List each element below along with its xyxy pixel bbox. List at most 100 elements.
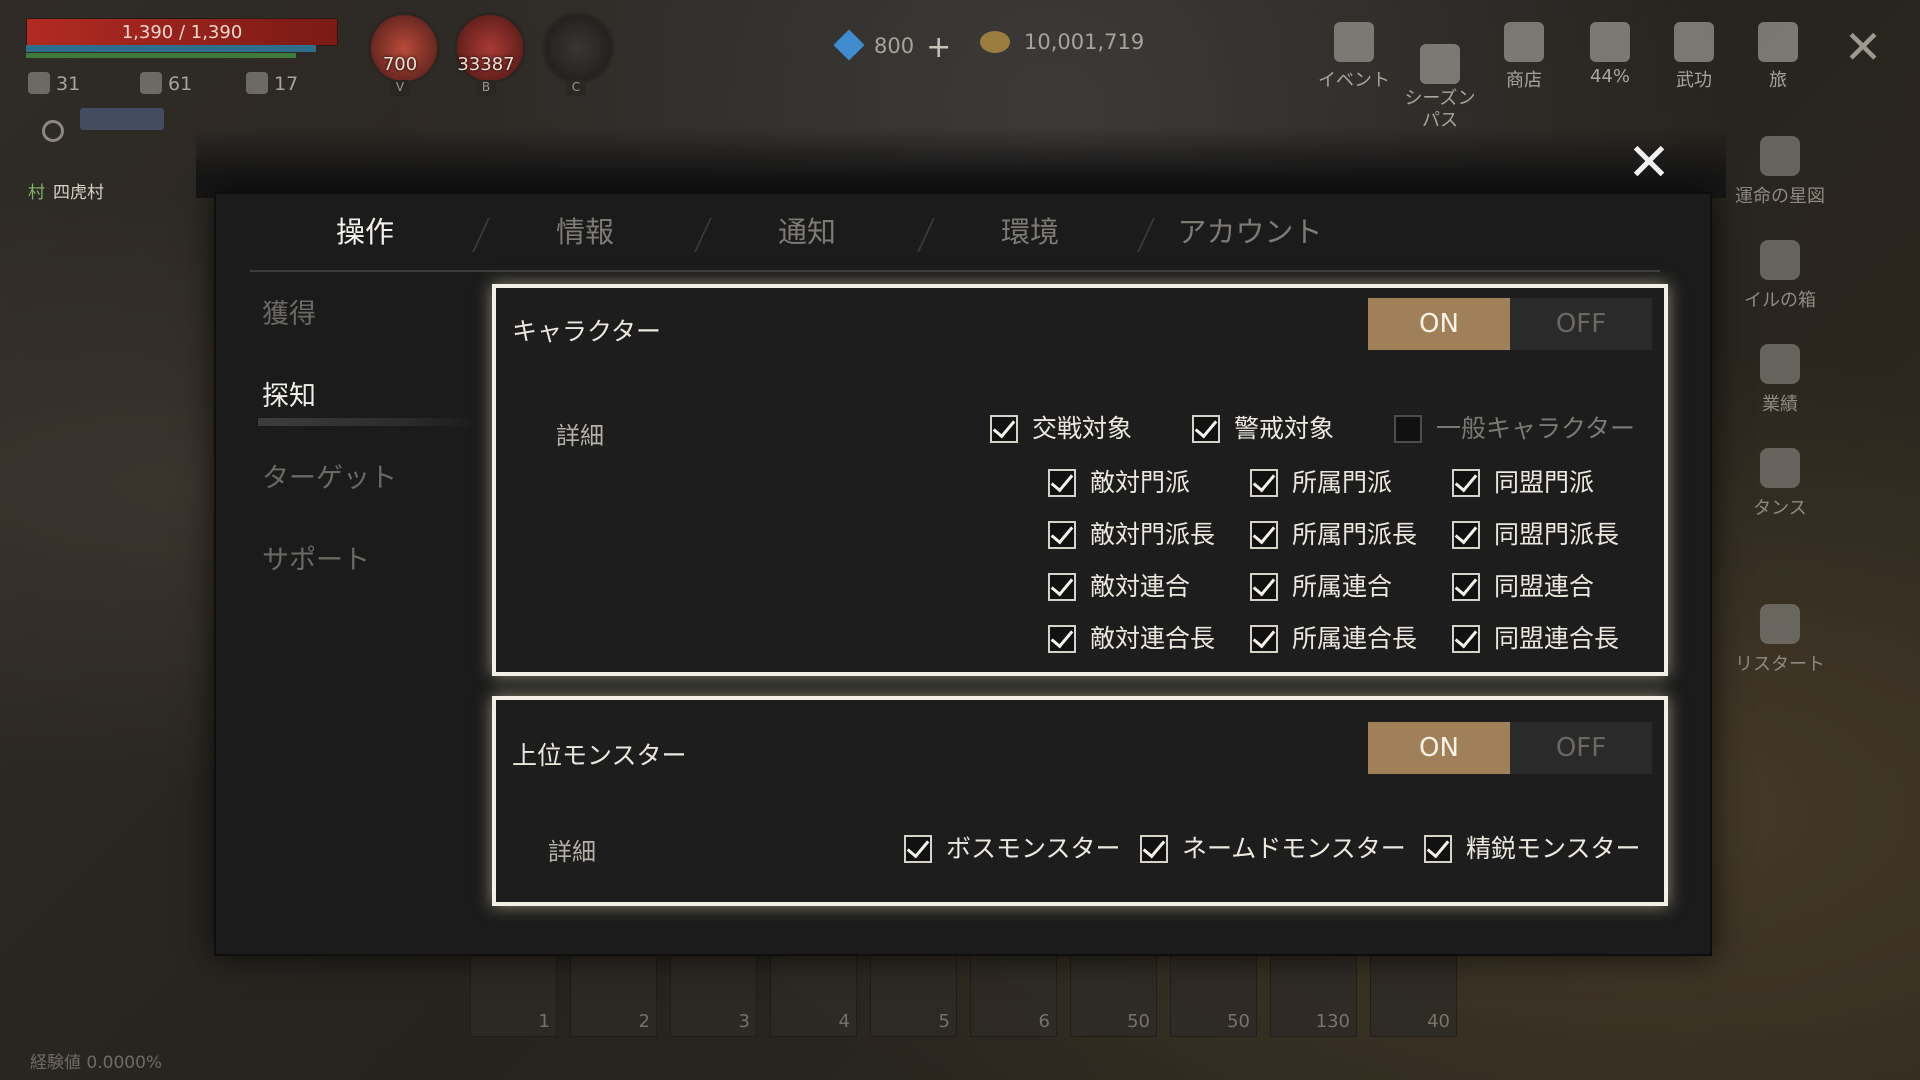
hotbar-slot[interactable]: 50 bbox=[1170, 955, 1257, 1037]
rose-item-key: B bbox=[476, 80, 496, 96]
checkbox-checked-icon bbox=[1452, 573, 1480, 601]
coin-icon bbox=[980, 31, 1010, 53]
wardrobe-icon bbox=[1760, 448, 1800, 488]
hotbar-slot[interactable]: 40 bbox=[1370, 955, 1457, 1037]
tab-account[interactable]: アカウント bbox=[1150, 210, 1350, 260]
allied-alliance-leader-checkbox[interactable]: 同盟連合長 bbox=[1452, 622, 1619, 656]
tab-separator bbox=[472, 218, 490, 252]
caution-target-checkbox[interactable]: 警戒対象 bbox=[1192, 412, 1334, 446]
add-gem-icon[interactable]: + bbox=[926, 30, 951, 65]
character-detail-label: 詳細 bbox=[556, 422, 604, 450]
character-detect-panel: キャラクター ON OFF 詳細 交戦対象 警戒対象 一般キャラクター 敵対門派… bbox=[492, 284, 1668, 676]
hp-bar: 1,390 / 1,390 bbox=[26, 18, 338, 46]
hostile-alliance-leader-checkbox[interactable]: 敵対連合長 bbox=[1048, 622, 1215, 656]
hostile-clan-leader-checkbox[interactable]: 敵対門派長 bbox=[1048, 518, 1215, 552]
hotbar-slot[interactable]: 3 bbox=[670, 955, 757, 1037]
checkbox-checked-icon bbox=[1452, 521, 1480, 549]
search-icon[interactable] bbox=[42, 120, 64, 142]
shield-icon bbox=[140, 72, 162, 94]
gift-icon bbox=[1334, 22, 1374, 62]
hotbar-slot[interactable]: 4 bbox=[770, 955, 857, 1037]
shop-button[interactable]: 商店 bbox=[1484, 22, 1564, 92]
general-character-checkbox[interactable]: 一般キャラクター bbox=[1394, 412, 1635, 446]
allied-clan-checkbox[interactable]: 同盟門派 bbox=[1452, 466, 1594, 500]
monster-title: 上位モンスター bbox=[512, 741, 687, 770]
tab-info[interactable]: 情報 bbox=[495, 210, 675, 260]
restart-button[interactable]: リスタート bbox=[1720, 604, 1840, 676]
checkbox-checked-icon bbox=[1250, 469, 1278, 497]
sword-icon bbox=[28, 72, 50, 94]
star-icon bbox=[246, 72, 268, 94]
character-toggle[interactable]: ON OFF bbox=[1368, 298, 1652, 350]
sub-tab-support[interactable]: サポート bbox=[262, 536, 482, 586]
allied-clan-leader-checkbox[interactable]: 同盟門派長 bbox=[1452, 518, 1619, 552]
checkbox-checked-icon bbox=[990, 415, 1018, 443]
hotbar-slot[interactable]: 50 bbox=[1070, 955, 1157, 1037]
destiny-star-chart-button[interactable]: 運命の星図 bbox=[1720, 136, 1840, 208]
sub-tab-acquire[interactable]: 獲得 bbox=[262, 290, 482, 340]
modal-ink-header bbox=[196, 128, 1726, 198]
tabs-divider bbox=[250, 270, 1660, 272]
engaged-target-checkbox[interactable]: 交戦対象 bbox=[990, 412, 1132, 446]
checkbox-checked-icon bbox=[1048, 573, 1076, 601]
elite-monster-checkbox[interactable]: 精鋭モンスター bbox=[1424, 832, 1641, 866]
stamina-bar bbox=[26, 53, 296, 58]
own-clan-checkbox[interactable]: 所属門派 bbox=[1250, 466, 1392, 500]
monster-off-button[interactable]: OFF bbox=[1510, 722, 1652, 774]
sub-tab-detect[interactable]: 探知 bbox=[258, 372, 482, 426]
character-off-button[interactable]: OFF bbox=[1510, 298, 1652, 350]
character-on-button[interactable]: ON bbox=[1368, 298, 1510, 350]
boss-monster-checkbox[interactable]: ボスモンスター bbox=[904, 832, 1121, 866]
attack-stat: 31 bbox=[28, 72, 80, 95]
village-tag: 村 bbox=[28, 183, 45, 203]
hotbar-slot[interactable]: 6 bbox=[970, 955, 1057, 1037]
event-button[interactable]: イベント bbox=[1314, 22, 1394, 92]
martial-arts-button[interactable]: 武功 bbox=[1654, 22, 1734, 92]
own-alliance-checkbox[interactable]: 所属連合 bbox=[1250, 570, 1392, 604]
hotbar-slot[interactable]: 130 bbox=[1270, 955, 1357, 1037]
hotbar-slot[interactable]: 1 bbox=[470, 955, 557, 1037]
experience-label: 経験値 0.0000% bbox=[30, 1053, 163, 1073]
checklist-icon bbox=[1420, 44, 1460, 84]
hp-potion-key: V bbox=[390, 80, 410, 96]
tab-environment[interactable]: 環境 bbox=[940, 210, 1120, 260]
checkbox-checked-icon bbox=[1192, 415, 1220, 443]
sub-tab-target[interactable]: ターゲット bbox=[262, 454, 482, 504]
journey-button[interactable]: 旅 bbox=[1738, 22, 1818, 92]
close-menu-icon[interactable]: ✕ bbox=[1838, 22, 1888, 72]
checkbox-checked-icon bbox=[1048, 521, 1076, 549]
checkbox-checked-icon bbox=[1048, 469, 1076, 497]
tab-operation[interactable]: 操作 bbox=[275, 210, 455, 260]
hp-text: 1,390 / 1,390 bbox=[121, 22, 243, 43]
shop-icon bbox=[1504, 22, 1544, 62]
own-alliance-leader-checkbox[interactable]: 所属連合長 bbox=[1250, 622, 1417, 656]
hostile-clan-checkbox[interactable]: 敵対門派 bbox=[1048, 466, 1190, 500]
settings-tabs: 操作 情報 通知 環境 アカウント bbox=[250, 210, 1660, 270]
il-box-button[interactable]: イルの箱 bbox=[1720, 240, 1840, 312]
yin-yang-icon bbox=[1674, 22, 1714, 62]
character-title: キャラクター bbox=[512, 317, 662, 346]
gem-icon bbox=[833, 29, 865, 61]
lotus-progress-button[interactable]: 44% bbox=[1570, 22, 1650, 87]
tab-separator bbox=[694, 218, 712, 252]
checkbox-checked-icon bbox=[1048, 625, 1076, 653]
monster-toggle[interactable]: ON OFF bbox=[1368, 722, 1652, 774]
checkbox-checked-icon bbox=[904, 835, 932, 863]
monster-on-button[interactable]: ON bbox=[1368, 722, 1510, 774]
wardrobe-button[interactable]: タンス bbox=[1720, 448, 1840, 520]
checkbox-checked-icon bbox=[1140, 835, 1168, 863]
achievement-icon bbox=[1760, 344, 1800, 384]
allied-alliance-checkbox[interactable]: 同盟連合 bbox=[1452, 570, 1594, 604]
named-monster-checkbox[interactable]: ネームドモンスター bbox=[1140, 832, 1406, 866]
empty-item-orb[interactable] bbox=[542, 12, 614, 84]
empty-item-key: C bbox=[566, 80, 586, 96]
hp-potion-count: 700 bbox=[382, 54, 418, 75]
hostile-alliance-checkbox[interactable]: 敵対連合 bbox=[1048, 570, 1190, 604]
close-icon[interactable]: ✕ bbox=[1622, 136, 1676, 190]
own-clan-leader-checkbox[interactable]: 所属門派長 bbox=[1250, 518, 1417, 552]
hotbar-slot[interactable]: 2 bbox=[570, 955, 657, 1037]
rose-item-count: 33387 bbox=[457, 54, 515, 75]
tab-notification[interactable]: 通知 bbox=[717, 210, 897, 260]
achievement-button[interactable]: 業績 bbox=[1720, 344, 1840, 416]
hotbar-slot[interactable]: 5 bbox=[870, 955, 957, 1037]
